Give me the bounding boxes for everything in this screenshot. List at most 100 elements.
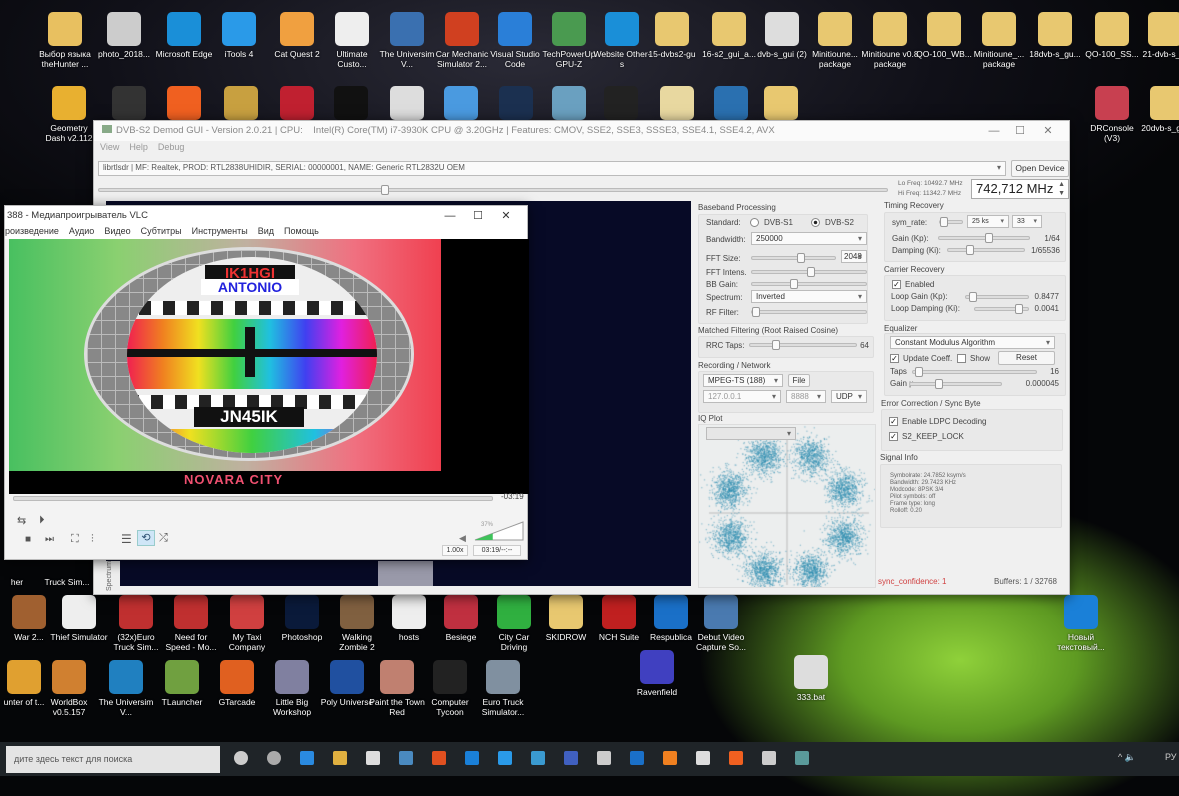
eq-gain-slider[interactable] [909,379,1002,389]
vlc-fullscreen-icon[interactable]: ⛶ [71,533,79,546]
port-spinbox[interactable]: 8888 [786,390,826,403]
desktop-icon[interactable]: hosts [380,595,438,642]
vlc-maximize-button[interactable]: ☐ [465,206,491,226]
vlc-ab-loop-icon[interactable]: ⇆ [17,514,26,527]
desktop-icon[interactable]: Debut Video Capture So... [692,595,750,652]
desktop-icon[interactable]: Minitioune_... package [970,12,1028,69]
taskbar-app-icon[interactable] [795,751,809,765]
close-button[interactable]: ✕ [1035,121,1061,141]
desktop-icon[interactable] [540,86,598,123]
desktop-icon[interactable]: 21-dvb-s_... [1136,12,1179,59]
taskbar-app-icon[interactable] [399,751,413,765]
protocol-select[interactable]: UDP [831,390,867,403]
desktop-icon[interactable]: Car Mechanic Simulator 2... [433,12,491,69]
update-coeff-checkbox[interactable]: ✓ [890,354,899,363]
desktop-icon[interactable]: The Universim V... [378,12,436,69]
maximize-button[interactable]: ☐ [1007,121,1033,141]
vlc-next-icon[interactable]: ⏭ [45,534,54,545]
carrier-enabled-checkbox[interactable]: ✓ [892,280,901,289]
frequency-slider[interactable] [98,185,888,195]
reset-button[interactable]: Reset [998,351,1055,365]
vlc-close-button[interactable]: ✕ [493,206,519,226]
desktop-icon[interactable]: Photoshop [273,595,331,642]
desktop-icon[interactable]: Minitioune... package [806,12,864,69]
desktop-icon[interactable] [752,86,810,123]
vlc-menu-item[interactable]: Вид [258,226,274,236]
device-select[interactable]: librtlsdr | MF: Realtek, PROD: RTL2838UH… [98,161,1006,176]
desktop-icon[interactable]: Ravenfield [628,650,686,697]
taskbar-app-icon[interactable] [432,751,446,765]
vlc-menu-item[interactable]: Видео [104,226,130,236]
dvb-titlebar[interactable]: DVB-S2 Demod GUI - Version 2.0.21 | CPU:… [94,121,1069,141]
show-checkbox[interactable] [957,354,966,363]
vlc-shuffle-icon[interactable]: ⤮ [159,532,168,545]
taskbar-app-icon[interactable] [333,751,347,765]
desktop-icon[interactable]: City Car Driving [485,595,543,652]
desktop-icon[interactable] [155,86,213,123]
desktop-icon[interactable]: WorldBox v0.5.157 [40,660,98,717]
desktop-icon[interactable] [268,86,326,123]
desktop-icon[interactable] [322,86,380,123]
desktop-icon[interactable] [378,86,436,123]
vlc-speaker-icon[interactable]: ◀ [459,533,466,544]
desktop-icon[interactable]: SKIDROW [537,595,595,642]
taskbar-app-icon[interactable] [531,751,545,765]
desktop-icon[interactable]: Little Big Workshop [263,660,321,717]
desktop-icon[interactable]: 18dvb-s_gu... [1026,12,1084,59]
desktop-icon[interactable]: 16-s2_gui_a... [700,12,758,59]
vlc-minimize-button[interactable]: — [437,206,463,226]
desktop-icon[interactable]: 15-dvbs2-gu [643,12,701,59]
vlc-menu-item[interactable]: роизведение [5,226,59,236]
desktop-icon[interactable]: My Taxi Company [218,595,276,652]
fft-size-slider[interactable] [751,253,836,263]
vlc-stop-icon[interactable]: ■ [25,534,31,545]
timing-gain-slider[interactable] [938,233,1030,243]
open-device-button[interactable]: Open Device [1011,160,1069,177]
desktop-icon[interactable]: (32x)Euro Truck Sim... [107,595,165,652]
desktop-icon[interactable]: The Universim V... [97,660,155,717]
vlc-loop-icon[interactable]: ⟲ [137,530,155,546]
format-select[interactable]: MPEG-TS (188) [703,374,783,387]
rf-filter-slider[interactable] [751,307,867,317]
vlc-menu-item[interactable]: Аудио [69,226,94,236]
desktop-icon[interactable]: TechPowerUp GPU-Z [540,12,598,69]
desktop-icon[interactable]: Geometry Dash v2.112 [40,86,98,143]
desktop-icon[interactable]: Ultimate Custo... [323,12,381,69]
spectrum-select[interactable]: Inverted [751,290,867,303]
desktop-icon[interactable]: TLauncher [153,660,211,707]
vlc-menu-item[interactable]: Субтитры [141,226,182,236]
desktop-icon[interactable]: Выбор языка theHunter ... [36,12,94,69]
desktop-icon[interactable]: dvb-s_gui (2) [753,12,811,59]
tray-icons[interactable]: ^ 🔈 [1118,752,1136,763]
desktop-icon[interactable]: photo_2018... [95,12,153,59]
taskbar-app-icon[interactable] [234,751,248,765]
desktop-icon[interactable]: Thief Simulator [50,595,108,642]
spectrum-tab[interactable]: Spectrum [106,561,120,591]
desktop-icon[interactable]: 20dvb-s_gu... [1138,86,1179,133]
ip-field[interactable]: 127.0.0.1 [703,390,781,403]
desktop-icon[interactable] [432,86,490,123]
vlc-equalizer-icon[interactable]: ⫶ [91,533,94,546]
desktop-icon[interactable]: Новый текстовый... [1052,595,1110,652]
fft-size-value[interactable]: 2048 [841,250,867,263]
taskbar-app-icon[interactable] [597,751,611,765]
taskbar-app-icon[interactable] [465,751,479,765]
desktop-icon[interactable]: Besiege [432,595,490,642]
sym-rate-unit-select[interactable]: 33 [1012,215,1042,228]
equalizer-algo-select[interactable]: Constant Modulus Algorithm [890,336,1055,349]
desktop-icon[interactable]: QO-100_WB... [915,12,973,59]
vlc-playlist-icon[interactable]: ☰ [121,532,132,546]
timing-damp-slider[interactable] [947,245,1025,255]
desktop-icon[interactable] [212,86,270,123]
desktop-icon[interactable]: 333.bat [782,655,840,702]
taskbar-search-input[interactable]: дите здесь текст для поиска [6,746,220,773]
radio-dvb-s2[interactable] [811,218,820,227]
desktop-icon[interactable]: Need for Speed - Mo... [162,595,220,652]
language-indicator[interactable]: РУ [1165,752,1177,762]
desktop-icon[interactable]: Microsoft Edge [155,12,213,59]
fft-intens-slider[interactable] [751,267,867,277]
desktop-icon[interactable]: iTools 4 [210,12,268,59]
bb-gain-slider[interactable] [751,279,867,289]
minimize-button[interactable]: — [981,121,1007,141]
ldpc-checkbox[interactable]: ✓ [889,417,898,426]
